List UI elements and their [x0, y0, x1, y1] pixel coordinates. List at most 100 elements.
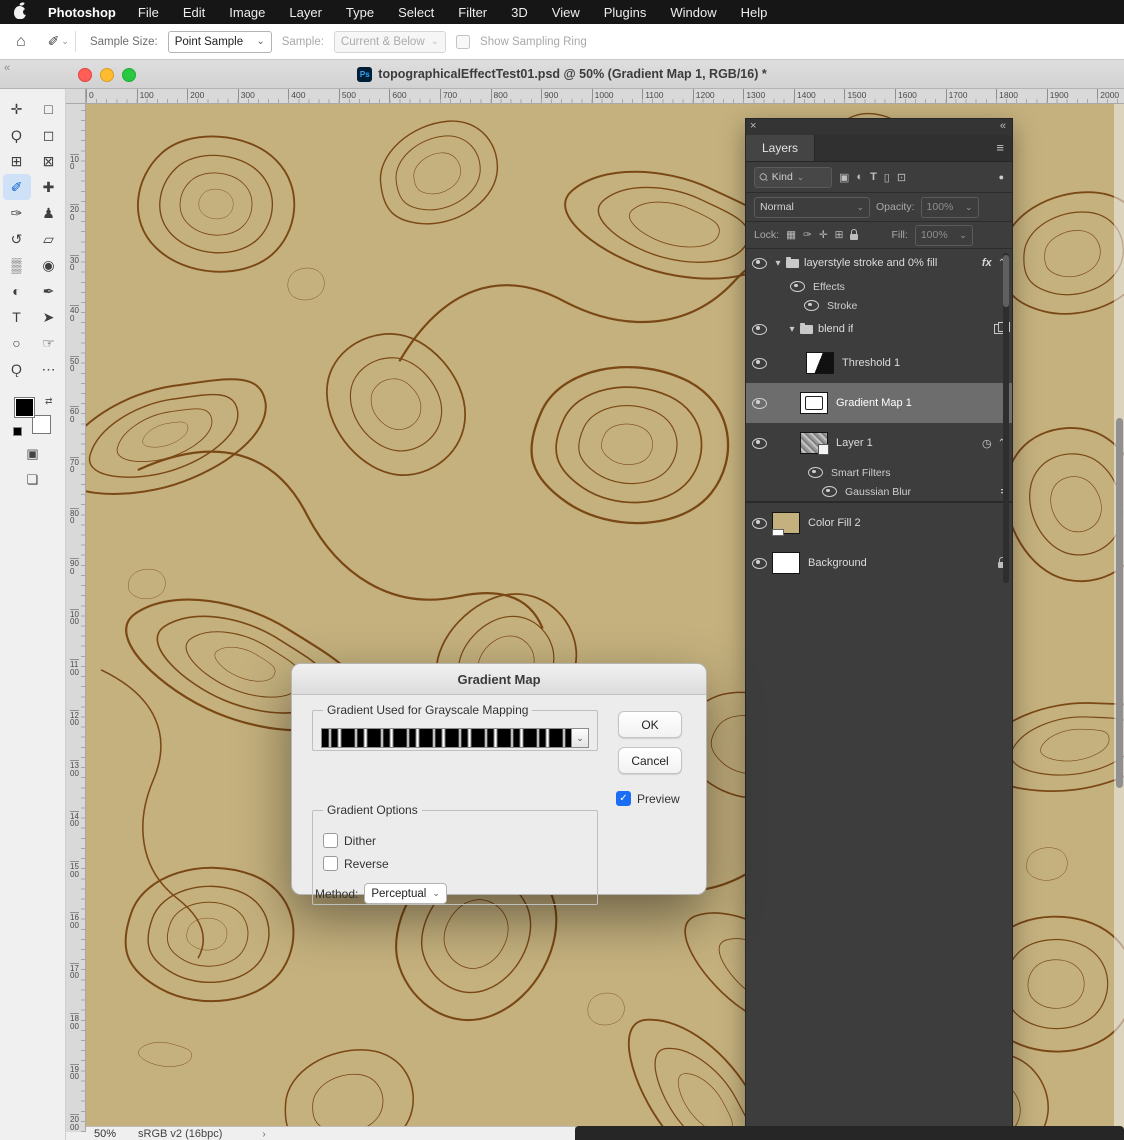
background-thumbnail[interactable] [772, 552, 800, 574]
menu-item[interactable]: Image [229, 5, 265, 20]
tool-button[interactable]: ▱ [35, 226, 63, 252]
menu-item[interactable]: Select [398, 5, 434, 20]
group-expander-icon[interactable]: ▾ [772, 258, 784, 269]
gradient-picker-button[interactable]: ⌄ [572, 728, 589, 748]
fx-badge[interactable]: fx [982, 257, 992, 269]
close-window-button[interactable] [78, 68, 92, 82]
document-title-bar[interactable]: « Ps topographicalEffectTest01.psd @ 50%… [0, 60, 1124, 89]
layer-row-background[interactable]: Background [746, 543, 1012, 583]
adjustment-layer-filter-icon[interactable]: ◐ [856, 171, 863, 183]
smart-object-filter-icon[interactable]: ⊡ [897, 171, 906, 184]
tool-button[interactable]: T [3, 304, 31, 330]
menu-item[interactable]: File [138, 5, 159, 20]
gradient-preview[interactable] [321, 728, 572, 748]
pixel-layer-filter-icon[interactable]: ▣ [839, 171, 849, 184]
reverse-checkbox[interactable] [323, 856, 338, 871]
app-menu[interactable]: Photoshop [48, 5, 116, 20]
visibility-toggle[interactable] [746, 517, 772, 529]
visibility-toggle[interactable] [746, 323, 772, 335]
threshold-thumbnail[interactable] [806, 352, 834, 374]
layer-row-color-fill[interactable]: Color Fill 2 [746, 501, 1012, 543]
active-tool-preset[interactable]: ✐ ⌄ [42, 31, 76, 52]
cancel-button[interactable]: Cancel [618, 747, 682, 774]
smart-filters-label[interactable]: Smart Filters [831, 467, 891, 479]
dither-checkbox[interactable] [323, 833, 338, 848]
menu-item[interactable]: Edit [183, 5, 205, 20]
eye-icon[interactable] [808, 467, 823, 478]
tool-button[interactable]: ◐ [3, 278, 31, 304]
blend-mode-dropdown[interactable]: Normal ⌄ [754, 196, 870, 218]
visibility-toggle[interactable] [746, 437, 772, 449]
lock-artboard-icon[interactable]: ⊞ [835, 229, 844, 241]
background-color-swatch[interactable] [31, 415, 51, 434]
tab-layers[interactable]: Layers [746, 135, 816, 161]
tool-button[interactable]: ◻ [35, 122, 63, 148]
fill-dropdown[interactable]: 100% ⌄ [914, 224, 973, 246]
eye-icon[interactable] [804, 300, 819, 311]
layer-row-threshold[interactable]: Threshold 1 [746, 343, 1012, 383]
show-sampling-ring-checkbox[interactable] [456, 34, 471, 49]
layer-row-gaussian-blur[interactable]: Gaussian Blur = [746, 482, 1012, 501]
tool-button[interactable]: ▒ [3, 252, 31, 278]
quick-mask-button[interactable]: ▣ [26, 446, 38, 462]
ruler-origin-corner[interactable] [66, 88, 86, 104]
stroke-effect-label[interactable]: Stroke [827, 300, 857, 312]
layer-row-smart-filters[interactable]: Smart Filters [746, 463, 1012, 482]
home-icon[interactable]: ⌂ [10, 33, 32, 51]
tool-button[interactable]: ✑ [3, 200, 31, 226]
preview-checkbox[interactable]: ✓ [616, 791, 631, 806]
tool-button[interactable]: ☞ [35, 330, 63, 356]
panel-menu-icon[interactable]: ≡ [996, 140, 1004, 155]
collapse-panel-icon[interactable]: « [1000, 120, 1006, 132]
method-dropdown[interactable]: Perceptual ⌄ [364, 883, 447, 904]
tool-button[interactable]: ✛ [3, 96, 31, 122]
layer-name[interactable]: Background [808, 557, 867, 569]
vertical-scrollbar-thumb[interactable] [1115, 418, 1123, 788]
layer-name[interactable]: Layer 1 [836, 437, 873, 449]
layer-name[interactable]: Color Fill 2 [808, 517, 861, 529]
filter-toggle-icon[interactable]: ● [999, 172, 1004, 182]
tool-button[interactable]: ⊠ [35, 148, 63, 174]
menu-item[interactable]: Filter [458, 5, 487, 20]
layer-row-group[interactable]: ▾ layerstyle stroke and 0% fill fx ⌃ [746, 249, 1012, 277]
menu-item[interactable]: Help [741, 5, 768, 20]
tool-button[interactable]: ✒ [35, 278, 63, 304]
tool-button[interactable]: Ǫ [3, 356, 31, 382]
shape-layer-filter-icon[interactable]: ▯ [884, 171, 890, 184]
apple-logo-icon[interactable] [14, 5, 29, 19]
minimize-window-button[interactable] [100, 68, 114, 82]
panel-scrollbar-thumb[interactable] [1003, 255, 1009, 307]
eye-icon[interactable] [822, 486, 837, 497]
layer-row-stroke[interactable]: Stroke [746, 296, 1012, 315]
foreground-color-swatch[interactable] [13, 397, 35, 418]
panel-scrollbar-track[interactable] [1003, 253, 1009, 583]
menu-item[interactable]: Window [670, 5, 716, 20]
layer-row-effects[interactable]: Effects [746, 277, 1012, 296]
visibility-toggle[interactable] [746, 257, 772, 269]
tool-button[interactable]: ✚ [35, 174, 63, 200]
layer-name[interactable]: Gradient Map 1 [836, 397, 912, 409]
gaussian-blur-label[interactable]: Gaussian Blur [845, 486, 911, 498]
tool-button[interactable]: ⊞ [3, 148, 31, 174]
menu-item[interactable]: Type [346, 5, 374, 20]
layer-row-group-blend-if[interactable]: ▾ blend if [746, 315, 1012, 343]
tool-button[interactable]: Ϙ [3, 122, 31, 148]
visibility-toggle[interactable] [746, 557, 772, 569]
layer-name[interactable]: Threshold 1 [842, 357, 900, 369]
tool-button[interactable]: ➤ [35, 304, 63, 330]
lock-all-icon[interactable] [850, 229, 859, 240]
screen-mode-button[interactable]: ❏ [27, 472, 39, 488]
kind-filter-dropdown[interactable]: Ǫ Kind ⌄ [754, 166, 832, 188]
visibility-toggle[interactable] [746, 397, 772, 409]
tool-button[interactable]: □ [35, 96, 63, 122]
horizontal-ruler[interactable]: 0 100 200 300 400 500 600 700 800 900 1000 1100 1200… [86, 88, 1124, 104]
menu-item[interactable]: Layer [289, 5, 322, 20]
layer-name[interactable]: layerstyle stroke and 0% fill [804, 257, 937, 269]
effects-label[interactable]: Effects [813, 281, 845, 293]
menu-item[interactable]: 3D [511, 5, 528, 20]
ok-button[interactable]: OK [618, 711, 682, 738]
tool-button[interactable]: ⋯ [35, 356, 63, 382]
tool-button[interactable]: ✐ [2, 174, 31, 200]
sample-size-dropdown[interactable]: Point Sample ⌄ [167, 30, 272, 53]
layer-row-gradient-map[interactable]: Gradient Map 1 [746, 383, 1012, 423]
